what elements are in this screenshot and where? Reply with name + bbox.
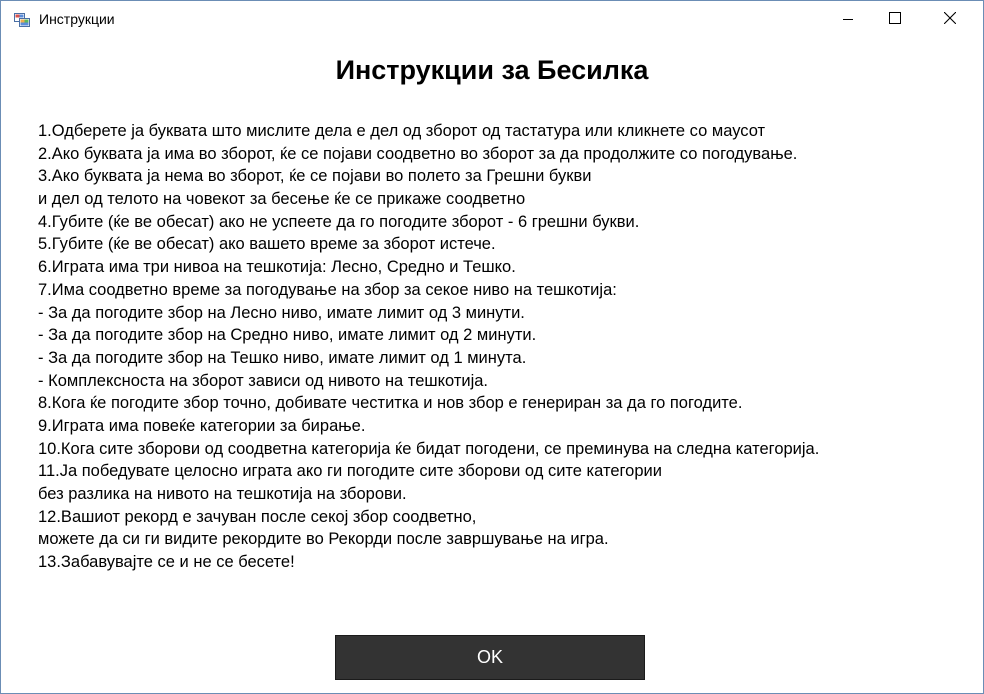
instruction-line: - Комплексноста на зборот зависи од ниво… [38,371,489,390]
instruction-line: - За да погодите збор на Тешко ниво, има… [38,348,527,367]
instruction-line: 12.Вашиот рекорд е зачуван после секој з… [38,507,477,526]
instruction-line: - За да погодите збор на Лесно ниво, има… [38,303,525,322]
instruction-line: 6.Играта има три нивоа на тешкотија: Лес… [38,258,516,277]
instruction-line: 1.Одберете ја буквата што мислите дела е… [38,122,766,140]
instruction-line: 3.Ако буквата ја нема во зборот, ќе се п… [38,167,592,186]
close-button[interactable] [927,1,973,38]
instruction-line: 2.Ако буквата ја има во зборот, ќе се по… [38,144,798,163]
instructions-list: 1.Одберете ја буквата што мислите дела е… [38,120,968,574]
instruction-line: 5.Губите (ќе ве обесат) ако вашето време… [38,235,496,254]
instruction-line: 8.Кога ќе погодите збор точно, добивате … [38,394,743,413]
instruction-line: 4.Губите (ќе ве обесат) ако не успеете д… [38,212,640,231]
instruction-line: 7.Има соодветно време за погодување на з… [38,280,617,299]
instruction-line: 11.Ја победувате целосно играта ако ги п… [38,462,662,481]
window-title: Инструкции [39,11,115,27]
instruction-line: без разлика на нивото на тешкотија на зб… [38,485,407,503]
instructions-window: Инструкции Инструкции за Бесилка 1.Одбер… [0,0,984,694]
close-icon [943,11,957,29]
ok-button[interactable]: OK [335,635,645,680]
maximize-button[interactable] [872,1,918,38]
app-icon [14,12,30,28]
page-title: Инструкции за Бесилка [335,55,649,85]
instruction-line: 13.Забавувајте се и не се бесете! [38,553,295,572]
instruction-line: 10.Кога сите зборови од соодветна катего… [38,439,820,458]
maximize-icon [889,11,901,29]
instruction-line: 9.Играта има повеќе категории за бирање. [38,416,366,435]
instruction-line: - За да погодите збор на Средно ниво, им… [38,326,537,345]
instruction-line: и дел од телото на човекот за бесење ќе … [38,190,526,209]
minimize-button[interactable] [825,1,871,38]
title-bar[interactable]: Инструкции [1,1,983,38]
minimize-icon [843,11,853,29]
instruction-line: можете да си ги видите рекордите во Реко… [38,530,609,549]
